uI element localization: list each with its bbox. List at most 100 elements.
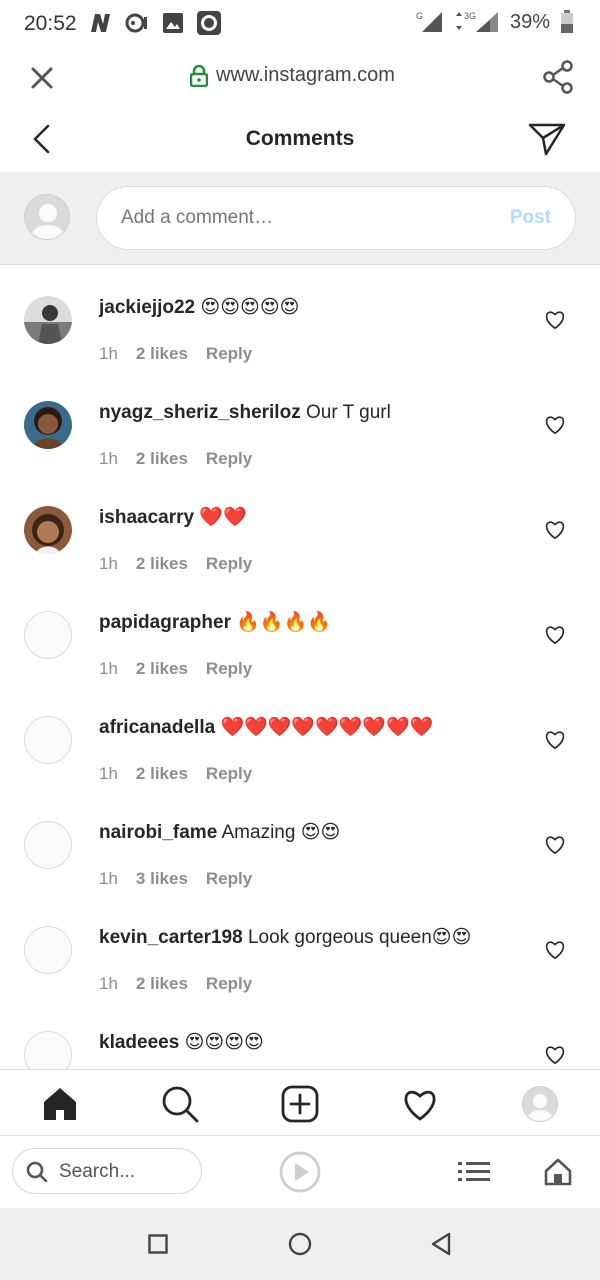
system-back-icon[interactable] [430,1232,452,1256]
comment-time: 1h [99,344,118,363]
comment-text-line: papidagrapher 🔥🔥🔥🔥 [99,611,529,635]
svg-text:3G: 3G [464,11,476,21]
status-time: 20:52 [24,12,77,35]
heart-icon[interactable] [544,625,566,645]
comment-meta: 1h 2 likes Reply [99,449,252,469]
comment-item: jackiejjo22 😍😍😍😍😍 1h 2 likes Reply [0,264,600,369]
browser-search-placeholder: Search... [59,1161,136,1182]
user-avatar[interactable] [24,716,72,764]
post-button[interactable]: Post [510,207,551,229]
comment-meta: 1h 3 likes Reply [99,869,252,889]
comment-text-line: kevin_carter198 Look gorgeous queen😍😍 [99,926,529,950]
comment-body: ❤️❤️❤️❤️❤️❤️❤️❤️❤️ [220,717,434,738]
comment-username[interactable]: kladeees [99,1032,179,1053]
comment-meta: 1h 2 likes Reply [99,764,252,784]
heart-icon[interactable] [544,730,566,750]
comment-box[interactable]: Post [96,186,576,250]
browser-address-bar: www.instagram.com [0,48,600,107]
user-avatar[interactable] [24,296,72,344]
recents-icon[interactable] [148,1234,168,1254]
comments-header: Comments [0,106,600,173]
comment-username[interactable]: kevin_carter198 [99,927,243,948]
reply-button[interactable]: Reply [206,554,252,574]
browser-home-icon[interactable] [544,1158,572,1186]
heart-icon[interactable] [544,835,566,855]
reply-button[interactable]: Reply [206,344,252,364]
play-icon[interactable] [278,1150,322,1194]
reply-button[interactable]: Reply [206,869,252,889]
reply-button[interactable]: Reply [206,974,252,994]
svg-text:G: G [416,11,423,21]
system-home-icon[interactable] [288,1232,312,1256]
comment-text-line: ishaacarry ❤️❤️ [99,506,529,530]
likes-count[interactable]: 2 likes [136,659,188,679]
new-post-icon[interactable] [280,1084,320,1124]
likes-count[interactable]: 2 likes [136,764,188,784]
user-avatar[interactable] [24,506,72,554]
heart-icon[interactable] [544,520,566,540]
reply-button[interactable]: Reply [206,764,252,784]
user-avatar[interactable] [24,401,72,449]
comment-text-line: nairobi_fame Amazing 😍😍 [99,821,529,845]
page-title: Comments [245,127,355,150]
comments-list[interactable]: jackiejjo22 😍😍😍😍😍 1h 2 likes Reply nyagz_s… [0,264,600,1069]
comment-body: Amazing 😍😍 [221,822,341,843]
search-icon[interactable] [160,1084,200,1124]
bottom-navigation [0,1069,600,1136]
likes-count[interactable]: 2 likes [136,554,188,574]
user-avatar[interactable] [24,926,72,974]
comment-meta: 1h 2 likes Reply [99,659,252,679]
avatar-photo [24,296,72,344]
comment-body: ❤️❤️ [199,507,247,528]
user-avatar[interactable] [24,1031,72,1069]
likes-count[interactable]: 2 likes [136,974,188,994]
close-icon[interactable] [28,64,56,92]
comment-time: 1h [99,554,118,573]
n-logo-icon [91,14,110,32]
send-icon[interactable] [528,122,566,156]
comment-body: Look gorgeous queen😍😍 [247,927,472,948]
likes-count[interactable]: 2 likes [136,449,188,469]
heart-icon[interactable] [544,940,566,960]
likes-count[interactable]: 3 likes [136,869,188,889]
reply-button[interactable]: Reply [206,659,252,679]
comment-username[interactable]: nyagz_sheriz_sheriloz [99,402,301,423]
comment-body: Our T gurl [305,402,391,423]
likes-count[interactable]: 2 likes [136,344,188,364]
signal-g-icon: G [416,11,442,32]
image-icon [163,13,183,33]
lock-icon [190,64,208,87]
browser-search-box[interactable]: Search... [12,1148,202,1194]
user-avatar[interactable] [24,611,72,659]
comment-body: 😍😍😍😍 [184,1032,264,1053]
profile-avatar[interactable] [522,1086,562,1126]
comment-username[interactable]: nairobi_fame [99,822,217,843]
comment-time: 1h [99,764,118,783]
comment-text-line: africanadella ❤️❤️❤️❤️❤️❤️❤️❤️❤️ [99,716,529,740]
comment-time: 1h [99,869,118,888]
comment-input[interactable] [121,207,481,229]
heart-icon[interactable] [544,310,566,330]
system-navigation-bar [0,1208,600,1280]
reply-button[interactable]: Reply [206,449,252,469]
comment-username[interactable]: jackiejjo22 [99,297,195,318]
list-menu-icon[interactable] [458,1160,490,1184]
comment-text-line: kladeees 😍😍😍😍 [99,1031,529,1055]
chat-icon [125,13,147,33]
comment-username[interactable]: ishaacarry [99,507,194,528]
comment-username[interactable]: africanadella [99,717,215,738]
comment-body: 🔥🔥🔥🔥 [236,612,331,633]
heart-icon[interactable] [544,415,566,435]
comment-username[interactable]: papidagrapher [99,612,231,633]
comment-time: 1h [99,974,118,993]
comment-item: papidagrapher 🔥🔥🔥🔥 1h 2 likes Reply [0,579,600,684]
share-icon[interactable] [542,60,574,94]
avatar-photo [24,401,72,449]
signal-3g-icon: 3G [455,11,498,32]
activity-heart-icon[interactable] [400,1084,440,1124]
user-avatar[interactable] [24,821,72,869]
home-icon[interactable] [40,1084,80,1124]
comment-meta: 1h 2 likes Reply [99,344,252,364]
url-display[interactable]: www.instagram.com [190,64,395,87]
heart-icon[interactable] [544,1045,566,1065]
